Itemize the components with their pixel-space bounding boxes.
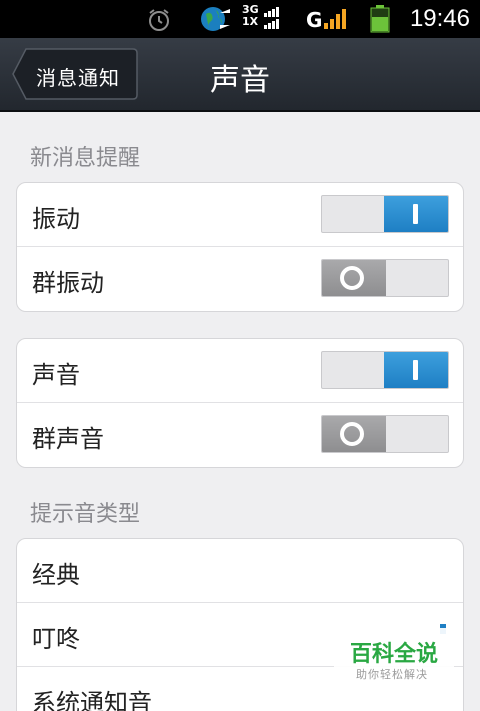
status-bar: 3G 1X G 19:46 bbox=[0, 0, 480, 38]
toggle-knob bbox=[384, 352, 448, 388]
list-item-group-sound[interactable]: 群声音 bbox=[17, 403, 463, 467]
sound-label: 声音 bbox=[32, 361, 80, 389]
network-3g-1x-icon: 3G 1X bbox=[242, 4, 279, 29]
group-sound-toggle[interactable] bbox=[321, 415, 449, 453]
vibration-card: 振动 群振动 bbox=[16, 182, 464, 312]
sound-type-label: 系统通知音 bbox=[32, 689, 152, 711]
watermark-subtitle: 助你轻松解决 bbox=[356, 668, 428, 681]
net-bottom-label: 1X bbox=[242, 15, 259, 28]
watermark: 百科全说 助你轻松解决 bbox=[334, 628, 454, 688]
sound-type-label: 经典 bbox=[32, 561, 80, 589]
group-vibrate-label: 群振动 bbox=[32, 269, 104, 297]
vibrate-label: 振动 bbox=[32, 205, 80, 233]
vibrate-toggle[interactable] bbox=[321, 195, 449, 233]
group-sound-label: 群声音 bbox=[32, 425, 104, 453]
list-item-classic[interactable]: 经典 bbox=[17, 539, 463, 603]
toggle-knob bbox=[322, 416, 386, 452]
list-item-sound[interactable]: 声音 bbox=[17, 339, 463, 403]
section-header-new-message: 新消息提醒 bbox=[30, 146, 141, 171]
sound-type-label: 叮咚 bbox=[32, 625, 80, 653]
alarm-icon bbox=[146, 7, 172, 37]
battery-icon bbox=[370, 5, 390, 37]
watermark-title: 百科全说 bbox=[350, 642, 439, 667]
toggle-knob bbox=[322, 260, 386, 296]
list-item-vibrate[interactable]: 振动 bbox=[17, 183, 463, 247]
section-header-sound-type: 提示音类型 bbox=[30, 502, 141, 527]
list-item-group-vibrate[interactable]: 群振动 bbox=[17, 247, 463, 311]
sound-card: 声音 群声音 bbox=[16, 338, 464, 468]
toggle-knob bbox=[384, 196, 448, 232]
title-bar: 消息通知 声音 bbox=[0, 38, 480, 112]
signal-icon: G bbox=[306, 5, 356, 37]
sound-toggle[interactable] bbox=[321, 351, 449, 389]
page-title: 声音 bbox=[210, 63, 270, 98]
signal-letter: G bbox=[306, 8, 322, 32]
status-time: 19:46 bbox=[409, 5, 470, 32]
globe-sync-icon bbox=[200, 5, 232, 37]
group-vibrate-toggle[interactable] bbox=[321, 259, 449, 297]
